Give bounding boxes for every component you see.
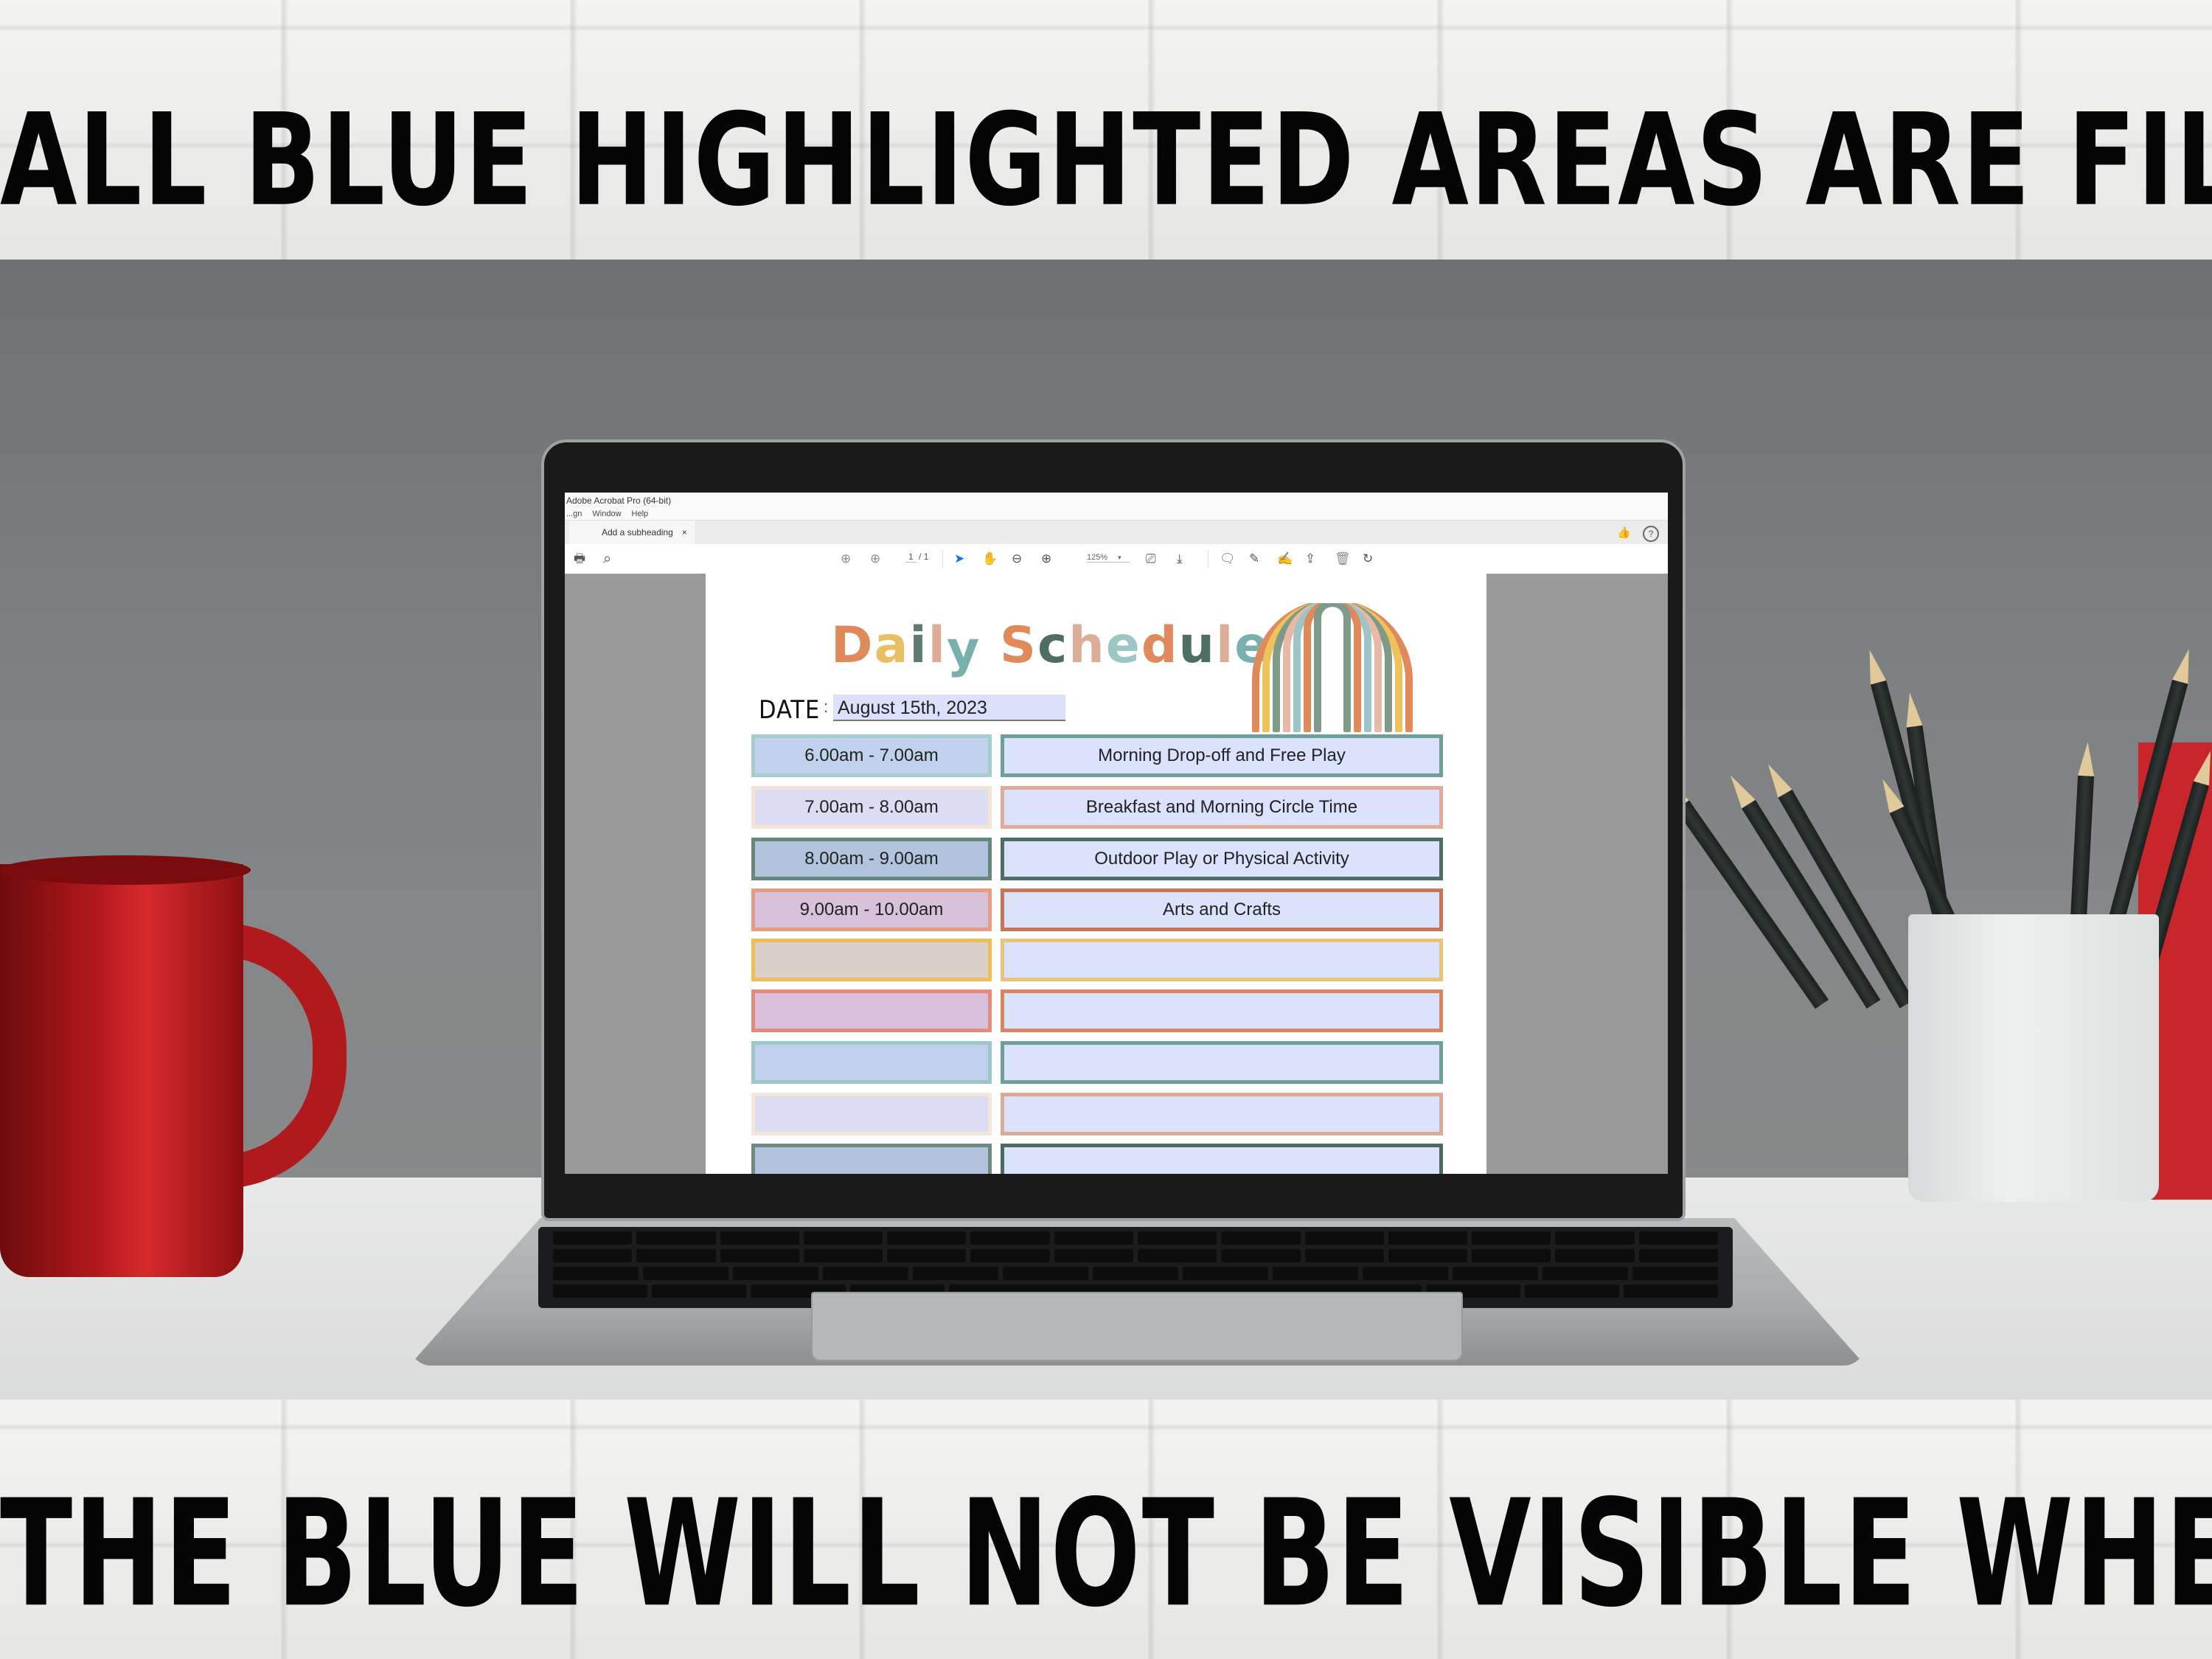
time-field[interactable]: [751, 1041, 992, 1084]
laptop-screen-bezel: Adobe Acrobat Pro (64-bit) ...gn Window …: [544, 442, 1683, 1218]
time-field[interactable]: 7.00am - 8.00am: [751, 786, 992, 829]
page-total: / 1: [919, 552, 929, 562]
print-icon[interactable]: 🖶: [574, 552, 585, 566]
page-down-icon[interactable]: ⊕: [870, 552, 880, 566]
title-letter: c: [1037, 616, 1069, 675]
page-number-input[interactable]: 1: [905, 552, 917, 563]
tab-bar: Add a subheading × 👍 ?: [565, 520, 1668, 546]
delete-icon[interactable]: 🗑: [1335, 552, 1351, 566]
keyboard-row: [553, 1249, 1718, 1262]
hand-tool-icon[interactable]: ✋: [982, 552, 998, 566]
top-banner: ALL BLUE HIGHLIGHTED AREAS ARE FILLABLE: [0, 0, 2212, 260]
title-letter: l: [1215, 616, 1235, 675]
time-field[interactable]: 9.00am - 10.00am: [751, 888, 992, 931]
activity-field[interactable]: Morning Drop-off and Free Play: [1001, 734, 1443, 777]
red-mug: [0, 864, 243, 1277]
title-letter: [981, 616, 1000, 675]
activity-field[interactable]: [1001, 990, 1443, 1032]
zoom-in-icon[interactable]: ⊕: [1041, 552, 1051, 566]
document-viewer[interactable]: Daily Schedule DATE : August 15th, 2023 …: [565, 574, 1668, 1174]
date-label: DATE: [759, 695, 821, 725]
activity-field[interactable]: Arts and Crafts: [1001, 888, 1443, 931]
zoom-level: 125%: [1087, 553, 1108, 562]
fit-page-icon[interactable]: ⎚: [1146, 552, 1156, 566]
tab-label: Add a subheading: [602, 527, 673, 538]
time-field[interactable]: [751, 990, 992, 1032]
scroll-mode-icon[interactable]: ⤓: [1177, 552, 1183, 566]
activity-field[interactable]: [1001, 939, 1443, 981]
activity-field[interactable]: [1001, 1041, 1443, 1084]
title-letter: d: [1141, 616, 1179, 675]
menu-item-window[interactable]: Window: [592, 509, 621, 520]
title-letter: y: [946, 621, 981, 679]
acrobat-toolbar: 🖶 ⌕ ⊕ ⊕ 1 / 1 ➤ ✋ ⊖ ⊕ 125% ▾ ⎚ ⤓ 🗨 ✎ ✍ ⇪ …: [565, 544, 1668, 574]
pdf-page: Daily Schedule DATE : August 15th, 2023 …: [706, 574, 1486, 1174]
activity-field[interactable]: [1001, 1144, 1443, 1174]
date-field[interactable]: August 15th, 2023: [833, 695, 1065, 721]
title-letter: u: [1178, 616, 1216, 675]
activity-field[interactable]: [1001, 1093, 1443, 1135]
keyboard-row: [553, 1231, 1718, 1245]
title-letter: i: [909, 616, 928, 675]
trackpad: [811, 1292, 1463, 1361]
sign-icon[interactable]: ✍: [1277, 552, 1293, 566]
bottom-banner-text: THE BLUE WILL NOT BE VISIBLE WHEN PRINTE…: [0, 1467, 2212, 1640]
title-letter: D: [831, 616, 874, 675]
activity-field[interactable]: Breakfast and Morning Circle Time: [1001, 786, 1443, 829]
feedback-icon[interactable]: 👍: [1617, 526, 1631, 542]
help-icon[interactable]: ?: [1643, 526, 1659, 542]
title-letter: a: [874, 616, 910, 675]
document-title: Daily Schedule: [831, 616, 1270, 679]
rotate-icon[interactable]: ↻: [1363, 552, 1373, 566]
highlight-icon[interactable]: ✎: [1249, 552, 1259, 566]
top-banner-text: ALL BLUE HIGHLIGHTED AREAS ARE FILLABLE: [0, 87, 2212, 235]
toolbar-separator: [942, 550, 943, 568]
date-colon: :: [824, 698, 829, 716]
tab-bar-actions: 👍 ?: [1617, 526, 1659, 542]
search-icon[interactable]: ⌕: [603, 552, 611, 566]
rainbow-graphic: [1252, 603, 1413, 732]
mug-rim: [0, 855, 251, 885]
title-letter: S: [999, 616, 1037, 675]
window-title: Adobe Acrobat Pro (64-bit): [565, 493, 1668, 509]
title-letter: h: [1068, 616, 1106, 675]
menu-item-help[interactable]: Help: [632, 509, 649, 520]
zoom-out-icon[interactable]: ⊖: [1012, 552, 1022, 566]
activity-field[interactable]: Outdoor Play or Physical Activity: [1001, 838, 1443, 880]
time-field[interactable]: [751, 1144, 992, 1174]
time-field[interactable]: 6.00am - 7.00am: [751, 734, 992, 777]
zoom-level-dropdown[interactable]: 125% ▾: [1087, 553, 1130, 563]
comment-icon[interactable]: 🗨: [1220, 552, 1236, 566]
rainbow-arc: [1314, 603, 1351, 732]
bottom-banner: THE BLUE WILL NOT BE VISIBLE WHEN PRINTE…: [0, 1399, 2212, 1659]
page-up-icon[interactable]: ⊕: [841, 552, 851, 566]
time-field[interactable]: [751, 1093, 992, 1135]
time-field[interactable]: [751, 939, 992, 981]
share-icon[interactable]: ⇪: [1305, 552, 1315, 566]
menu-item-sign[interactable]: ...gn: [566, 509, 582, 520]
select-tool-icon[interactable]: ➤: [954, 552, 964, 566]
keyboard-row: [553, 1267, 1718, 1280]
desk-scene: Adobe Acrobat Pro (64-bit) ...gn Window …: [0, 260, 2212, 1399]
page-indicator: 1 / 1: [905, 552, 929, 563]
menu-bar: ...gn Window Help: [565, 509, 1668, 520]
acrobat-window: Adobe Acrobat Pro (64-bit) ...gn Window …: [565, 493, 1668, 1174]
close-tab-icon[interactable]: ×: [682, 527, 687, 538]
chevron-down-icon: ▾: [1118, 554, 1121, 561]
time-field[interactable]: 8.00am - 9.00am: [751, 838, 992, 880]
title-letter: l: [928, 616, 947, 675]
title-letter: e: [1105, 616, 1141, 675]
document-tab[interactable]: Add a subheading ×: [569, 521, 695, 545]
pencil-cup: [1908, 914, 2159, 1202]
